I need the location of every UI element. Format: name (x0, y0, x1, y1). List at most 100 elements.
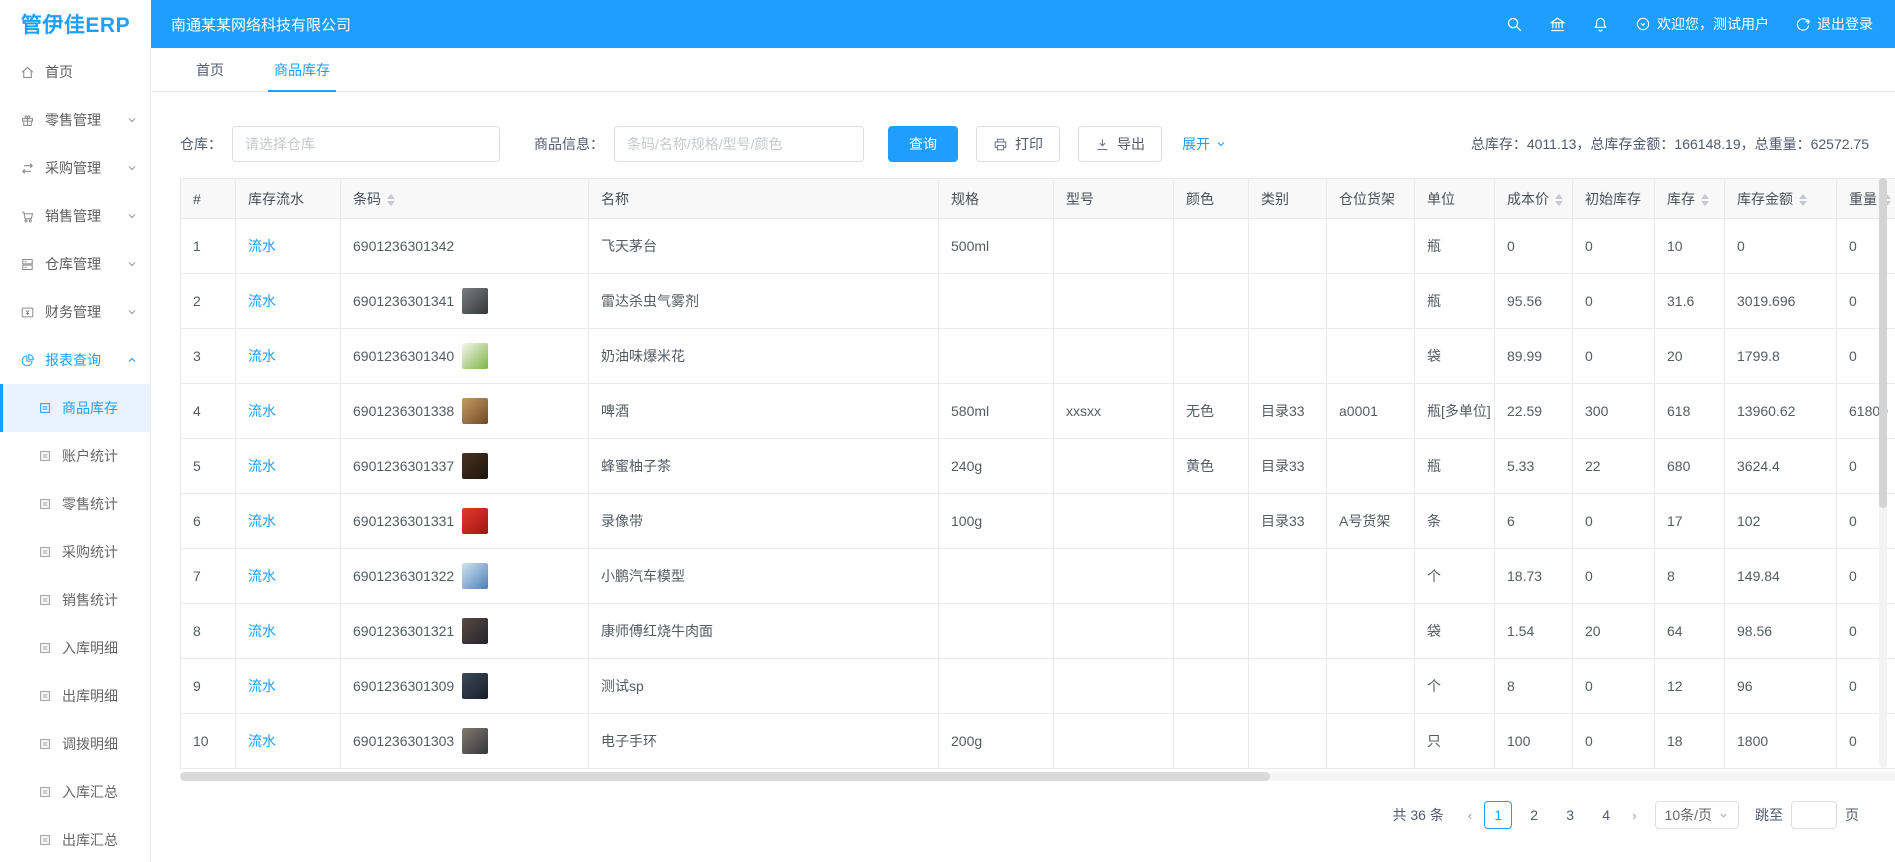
report-icon (38, 593, 52, 607)
print-button[interactable]: 打印 (976, 126, 1060, 162)
column-header-amount[interactable]: 库存金额 (1725, 179, 1837, 219)
cell-init: 0 (1573, 219, 1655, 274)
cell-spec (939, 329, 1054, 384)
welcome-user[interactable]: 欢迎您，测试用户 (1635, 14, 1769, 34)
sidebar-item-retail[interactable]: 零售管理 (0, 96, 150, 144)
column-header-model: 型号 (1054, 179, 1174, 219)
sidebar-item-reports[interactable]: 报表查询 (0, 336, 150, 384)
column-header-stock[interactable]: 库存 (1655, 179, 1725, 219)
jump-to-input[interactable] (1791, 801, 1837, 829)
sidebar-item-inbound-detail[interactable]: 入库明细 (0, 624, 150, 672)
sidebar-item-transfer-detail[interactable]: 调拨明细 (0, 720, 150, 768)
flow-link[interactable]: 流水 (248, 238, 276, 254)
sidebar-item-goods-stock[interactable]: 商品库存 (0, 384, 150, 432)
company-name: 南通某某网络科技有限公司 (171, 14, 351, 35)
tab-home[interactable]: 首页 (196, 48, 224, 91)
flow-link[interactable]: 流水 (248, 623, 276, 639)
gift-icon (20, 113, 35, 128)
flow-link[interactable]: 流水 (248, 403, 276, 419)
cell-index: 1 (181, 219, 236, 274)
page-number-4[interactable]: 4 (1592, 801, 1620, 829)
cell-category: 目录33 (1249, 384, 1327, 439)
flow-link[interactable]: 流水 (248, 513, 276, 529)
sidebar-item-label: 报表查询 (45, 350, 101, 370)
export-button[interactable]: 导出 (1078, 126, 1162, 162)
sidebar-item-purchase[interactable]: 采购管理 (0, 144, 150, 192)
cell-model (1054, 494, 1174, 549)
cell-category (1249, 219, 1327, 274)
cell-cost: 18.73 (1495, 549, 1573, 604)
page-number-2[interactable]: 2 (1520, 801, 1548, 829)
barcode-value: 6901236301309 (353, 678, 454, 694)
circle-down-icon (1635, 16, 1651, 32)
flow-link[interactable]: 流水 (248, 678, 276, 694)
sort-carets-icon[interactable] (1799, 194, 1807, 206)
product-thumbnail (462, 398, 488, 424)
search-button[interactable]: 查询 (888, 126, 958, 162)
print-button-label: 打印 (1015, 134, 1043, 154)
tab-goods-stock[interactable]: 商品库存 (274, 48, 330, 91)
cell-flow: 流水 (236, 384, 341, 439)
cell-flow: 流水 (236, 439, 341, 494)
cell-model (1054, 439, 1174, 494)
cell-barcode: 6901236301309 (341, 659, 589, 714)
topbar-actions: 欢迎您，测试用户 退出登录 (1480, 14, 1895, 34)
cell-unit: 瓶 (1415, 274, 1495, 329)
cell-stock: 17 (1655, 494, 1725, 549)
cell-unit: 瓶 (1415, 439, 1495, 494)
expand-link[interactable]: 展开 (1182, 134, 1227, 154)
flow-link[interactable]: 流水 (248, 733, 276, 749)
sidebar-item-warehouse[interactable]: 仓库管理 (0, 240, 150, 288)
bell-icon[interactable] (1592, 16, 1609, 33)
sidebar-item-label: 出库汇总 (62, 830, 118, 850)
sidebar-item-retail-stats[interactable]: 零售统计 (0, 480, 150, 528)
page-size-select[interactable]: 10条/页 (1655, 801, 1739, 829)
sort-carets-icon[interactable] (1555, 194, 1563, 206)
table-row: 6流水6901236301331录像带100g目录33A号货架条60171020 (181, 494, 1895, 549)
cell-model (1054, 659, 1174, 714)
next-page-arrow[interactable]: › (1624, 808, 1644, 823)
table-row: 5流水6901236301337蜂蜜柚子茶240g黄色目录33瓶5.332268… (181, 439, 1895, 494)
bank-icon[interactable] (1549, 16, 1566, 33)
column-label: 名称 (601, 191, 629, 207)
prev-page-arrow[interactable]: ‹ (1460, 808, 1480, 823)
logout-button[interactable]: 退出登录 (1795, 14, 1873, 34)
cell-index: 10 (181, 714, 236, 769)
sidebar-item-outbound-summary[interactable]: 出库汇总 (0, 816, 150, 862)
warehouse-label: 仓库： (180, 134, 222, 154)
horizontal-scrollbar-thumb[interactable] (180, 772, 1270, 781)
product-info-input[interactable] (614, 126, 864, 162)
download-icon (1095, 137, 1110, 152)
cell-model (1054, 219, 1174, 274)
cell-init: 20 (1573, 604, 1655, 659)
cell-flow: 流水 (236, 274, 341, 329)
flow-link[interactable]: 流水 (248, 293, 276, 309)
page-number-3[interactable]: 3 (1556, 801, 1584, 829)
warehouse-input[interactable] (232, 126, 500, 162)
product-thumbnail (462, 728, 488, 754)
flow-link[interactable]: 流水 (248, 458, 276, 474)
sidebar-item-home[interactable]: 首页 (0, 48, 150, 96)
cell-init: 0 (1573, 659, 1655, 714)
sidebar-item-inbound-summary[interactable]: 入库汇总 (0, 768, 150, 816)
column-header-cost[interactable]: 成本价 (1495, 179, 1573, 219)
sidebar-item-purchase-stats[interactable]: 采购统计 (0, 528, 150, 576)
horizontal-scrollbar[interactable] (180, 772, 1895, 781)
sidebar-item-sales[interactable]: 销售管理 (0, 192, 150, 240)
sidebar-item-sales-stats[interactable]: 销售统计 (0, 576, 150, 624)
flow-link[interactable]: 流水 (248, 348, 276, 364)
report-icon (38, 785, 52, 799)
sort-carets-icon[interactable] (387, 194, 395, 206)
vertical-scrollbar-thumb[interactable] (1879, 178, 1887, 508)
sort-carets-icon[interactable] (1701, 194, 1709, 206)
column-header-barcode[interactable]: 条码 (341, 179, 589, 219)
page-number-1[interactable]: 1 (1484, 801, 1512, 829)
search-icon[interactable] (1506, 16, 1523, 33)
flow-link[interactable]: 流水 (248, 568, 276, 584)
sidebar-item-finance[interactable]: 财务管理 (0, 288, 150, 336)
column-label: 仓位货架 (1339, 191, 1395, 207)
vertical-scrollbar[interactable] (1879, 178, 1887, 768)
sidebar-item-outbound-detail[interactable]: 出库明细 (0, 672, 150, 720)
barcode-value: 6901236301303 (353, 733, 454, 749)
sidebar-item-account-stats[interactable]: 账户统计 (0, 432, 150, 480)
